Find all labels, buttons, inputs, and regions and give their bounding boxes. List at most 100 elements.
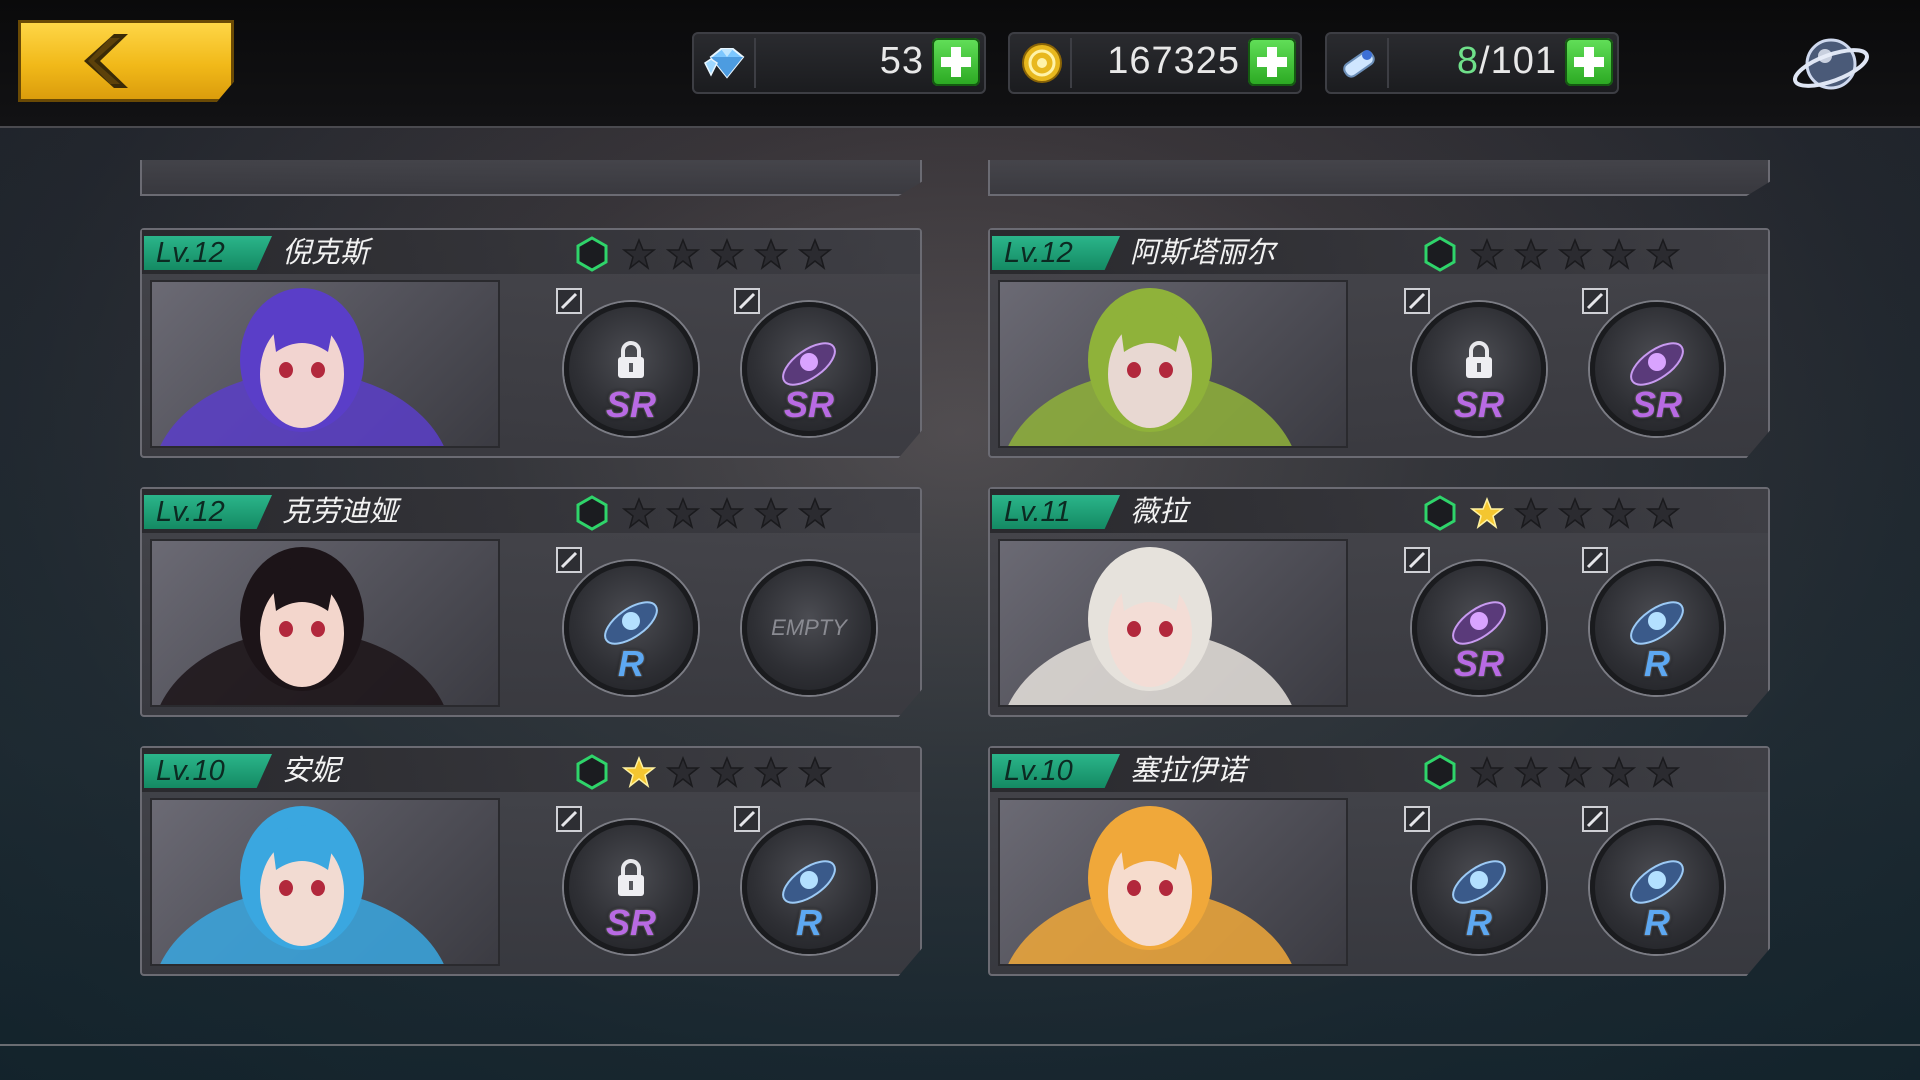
add-diamonds-button[interactable]	[932, 38, 980, 86]
star-empty-icon	[798, 756, 832, 788]
star-empty-icon	[1646, 756, 1680, 788]
equipment-slot[interactable]: SR	[1404, 288, 1546, 436]
star-empty-icon	[666, 238, 700, 270]
star-empty-icon	[1602, 756, 1636, 788]
equipment-slot[interactable]: R	[556, 547, 698, 695]
character-card[interactable]: Lv.10 塞拉伊诺 R R	[988, 746, 1770, 976]
star-empty-icon	[754, 497, 788, 529]
level-badge: Lv.12	[144, 236, 272, 270]
character-portrait	[998, 798, 1348, 966]
partial-card-left	[140, 160, 922, 196]
edit-icon	[1582, 547, 1608, 573]
edit-icon	[1404, 806, 1430, 832]
star-empty-icon	[1602, 238, 1636, 270]
top-bar: 53 167325 8/101	[0, 0, 1920, 128]
level-badge: Lv.10	[992, 754, 1120, 788]
edit-icon	[734, 806, 760, 832]
star-empty-icon	[666, 497, 700, 529]
lock-icon	[1466, 341, 1492, 378]
equipment-slot[interactable]: R	[1582, 806, 1724, 954]
equipment-slot[interactable]: SR	[1582, 288, 1724, 436]
edit-icon	[556, 288, 582, 314]
rarity-badge: R	[618, 643, 644, 684]
character-name: 塞拉伊诺	[1130, 753, 1247, 787]
star-empty-icon	[1558, 238, 1592, 270]
empty-label: EMPTY	[771, 615, 847, 640]
gold-counter: 167325	[1008, 32, 1302, 94]
star-empty-icon	[1514, 238, 1548, 270]
rarity-badge: SR	[1453, 384, 1504, 425]
equipment-slot[interactable]: SR	[556, 288, 698, 436]
character-card[interactable]: Lv.10 安妮 SR R	[140, 746, 922, 976]
star-filled-icon	[622, 756, 656, 788]
card-header: Lv.12 倪克斯	[142, 230, 920, 274]
diamond-counter: 53	[692, 32, 986, 94]
edit-icon	[1582, 288, 1608, 314]
character-card[interactable]: Lv.12 克劳迪娅 R EMPTY	[140, 487, 922, 717]
star-empty-icon	[710, 497, 744, 529]
rarity-badge: SR	[783, 384, 834, 425]
equipment-slot[interactable]: R	[734, 806, 876, 954]
ticket-icon	[1331, 38, 1389, 88]
equipment-slot[interactable]: R	[1582, 547, 1724, 695]
planet-ring-icon[interactable]	[1790, 28, 1872, 104]
character-portrait	[998, 280, 1348, 448]
card-header: Lv.11 薇拉	[990, 489, 1768, 533]
card-header: Lv.10 安妮	[142, 748, 920, 792]
character-name: 薇拉	[1130, 494, 1189, 528]
edit-icon	[1582, 806, 1608, 832]
level-badge: Lv.10	[144, 754, 272, 788]
lock-icon	[618, 859, 644, 896]
character-portrait	[150, 539, 500, 707]
card-header: Lv.12 阿斯塔丽尔	[990, 230, 1768, 274]
character-portrait	[150, 798, 500, 966]
rarity-badge: SR	[605, 902, 656, 943]
character-card[interactable]: Lv.12 倪克斯 SR SR	[140, 228, 922, 458]
level-badge: Lv.12	[144, 495, 272, 529]
divider	[0, 1044, 1920, 1046]
star-empty-icon	[1558, 497, 1592, 529]
star-empty-icon	[1514, 497, 1548, 529]
gold-coin-icon	[1014, 38, 1072, 88]
star-empty-icon	[1646, 497, 1680, 529]
star-empty-icon	[754, 238, 788, 270]
equipment-slot[interactable]: SR	[734, 288, 876, 436]
star-rating	[1470, 497, 1680, 531]
star-empty-icon	[710, 756, 744, 788]
hexagon-icon	[1424, 236, 1456, 272]
rarity-badge: R	[1644, 643, 1670, 684]
star-empty-icon	[1470, 756, 1504, 788]
equipment-slot[interactable]: R	[1404, 806, 1546, 954]
add-gold-button[interactable]	[1248, 38, 1296, 86]
star-empty-icon	[798, 497, 832, 529]
ticket-count: 8/101	[1456, 40, 1557, 82]
card-header: Lv.10 塞拉伊诺	[990, 748, 1768, 792]
edit-icon	[1404, 288, 1430, 314]
star-empty-icon	[622, 497, 656, 529]
star-filled-icon	[1470, 497, 1504, 529]
character-card[interactable]: Lv.11 薇拉 SR R	[988, 487, 1770, 717]
diamond-icon	[698, 38, 756, 88]
character-portrait	[150, 280, 500, 448]
add-tickets-button[interactable]	[1565, 38, 1613, 86]
star-rating	[622, 238, 832, 272]
rarity-badge: R	[1466, 902, 1492, 943]
diamond-count: 53	[879, 40, 924, 82]
equipment-slot-empty[interactable]: EMPTY	[742, 561, 876, 695]
equipment-slot[interactable]: SR	[1404, 547, 1546, 695]
character-card[interactable]: Lv.12 阿斯塔丽尔 SR SR	[988, 228, 1770, 458]
character-name: 倪克斯	[282, 235, 370, 269]
star-empty-icon	[666, 756, 700, 788]
star-empty-icon	[1514, 756, 1548, 788]
rarity-badge: SR	[1453, 643, 1504, 684]
hexagon-icon	[1424, 754, 1456, 790]
back-button[interactable]	[18, 20, 234, 102]
level-badge: Lv.12	[992, 236, 1120, 270]
equipment-slot[interactable]: SR	[556, 806, 698, 954]
character-portrait	[998, 539, 1348, 707]
partial-card-right	[988, 160, 1770, 196]
star-rating	[622, 497, 832, 531]
rarity-badge: SR	[605, 384, 656, 425]
star-empty-icon	[1602, 497, 1636, 529]
rarity-badge: SR	[1631, 384, 1682, 425]
